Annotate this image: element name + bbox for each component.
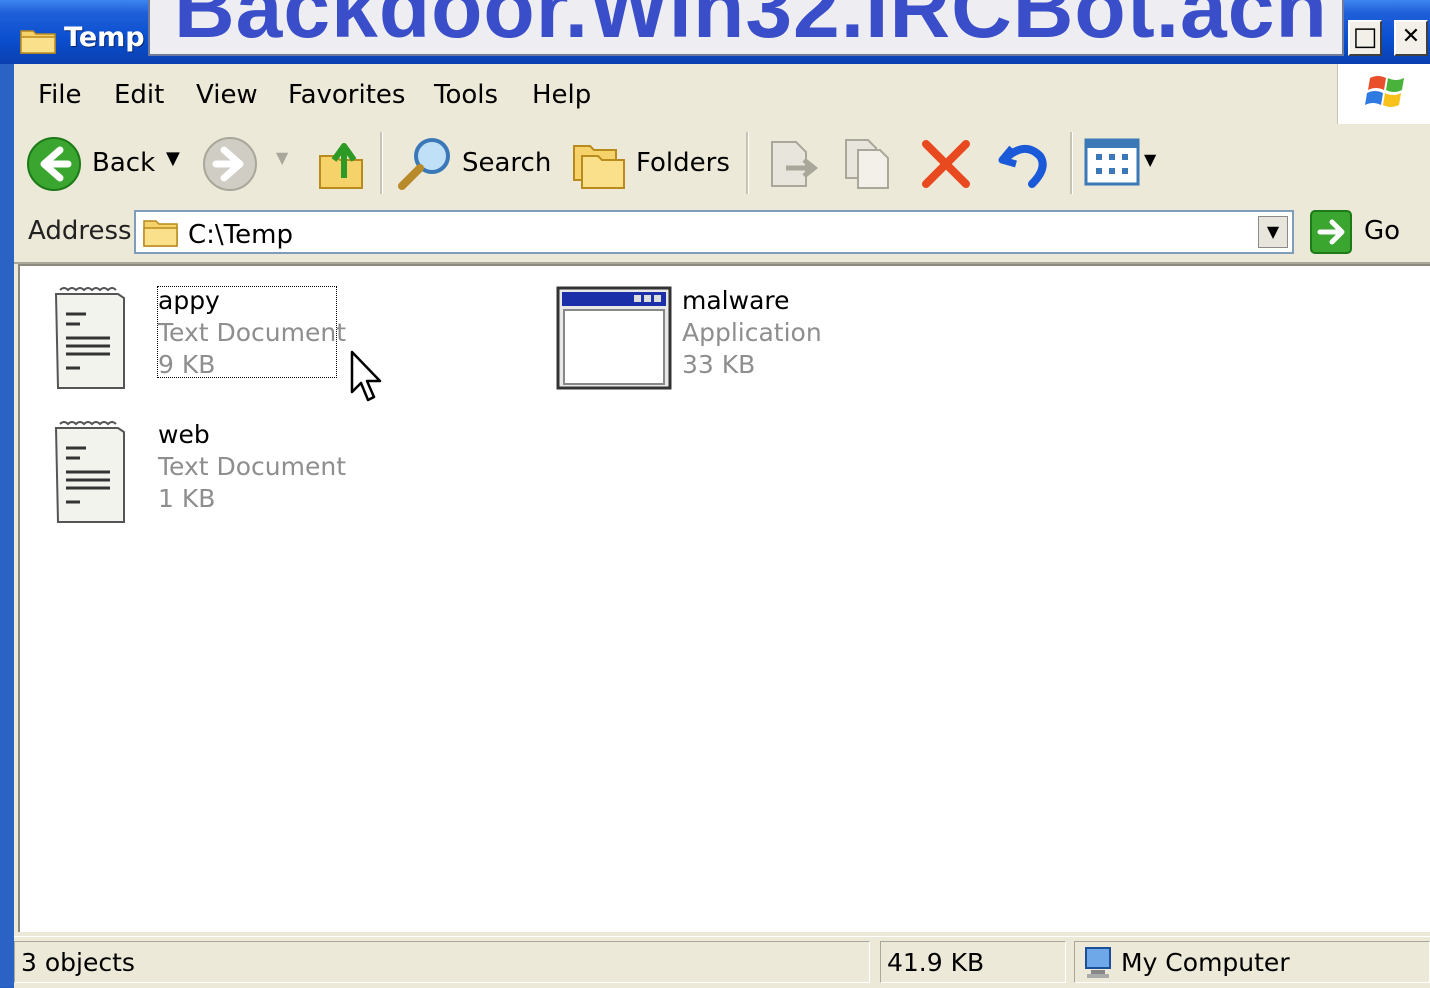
window-title: Temp <box>64 22 145 53</box>
menu-help[interactable]: Help <box>532 80 591 110</box>
banner-text: Backdoor.Win32.IRCBot.ach <box>174 0 1328 55</box>
toolbar-separator <box>380 132 383 194</box>
status-pane-size: 41.9 KB <box>880 941 1066 983</box>
copy-to-icon[interactable] <box>840 136 896 192</box>
status-bar: 3 objects 41.9 KB My Computer <box>14 936 1430 988</box>
folder-icon <box>20 30 56 54</box>
menu-view[interactable]: View <box>196 80 258 110</box>
folder-icon <box>143 220 178 247</box>
toolbar-separator <box>746 132 749 194</box>
views-icon <box>1084 138 1140 186</box>
status-size: 41.9 KB <box>887 948 985 977</box>
folders-icon <box>573 145 625 189</box>
address-value[interactable]: C:\Temp <box>188 220 293 250</box>
file-item-appy[interactable]: appy Text Document 9 KB <box>52 284 352 394</box>
status-pane-zone: My Computer <box>1074 941 1430 983</box>
application-icon <box>556 286 672 390</box>
back-arrow-icon <box>27 137 81 191</box>
file-item-web[interactable]: web Text Document 1 KB <box>52 418 352 528</box>
file-name: malware <box>682 286 790 315</box>
file-list: appy Text Document 9 KB malware Applicat… <box>18 264 1430 932</box>
views-button[interactable]: ▼ <box>1084 138 1164 190</box>
back-label: Back <box>92 148 156 178</box>
search-icon <box>398 138 450 190</box>
standard-toolbar: Back ▼ ▼ Search Folders ▼ <box>14 124 1430 203</box>
forward-arrow-icon <box>203 137 257 191</box>
close-button[interactable]: ✕ <box>1394 20 1428 56</box>
file-type: Text Document <box>158 452 347 481</box>
file-type: Application <box>682 318 822 347</box>
status-count: 3 objects <box>21 948 135 977</box>
address-dropdown-button[interactable]: ▼ <box>1258 216 1288 248</box>
window-body: File Edit View Favorites Tools Help Back… <box>14 64 1430 988</box>
delete-icon[interactable] <box>918 136 974 192</box>
search-label: Search <box>462 148 552 178</box>
forward-button[interactable]: ▼ <box>202 134 292 192</box>
mouse-cursor-icon <box>350 350 382 402</box>
title-banner: Backdoor.Win32.IRCBot.ach <box>148 0 1344 56</box>
windows-logo <box>1337 64 1430 124</box>
file-type: Text Document <box>158 318 347 347</box>
back-dropdown-icon[interactable]: ▼ <box>166 148 180 169</box>
maximize-button[interactable]: □ <box>1348 20 1382 56</box>
file-item-malware[interactable]: malware Application 33 KB <box>556 286 856 396</box>
go-label[interactable]: Go <box>1364 216 1400 246</box>
move-to-icon[interactable] <box>764 136 820 192</box>
back-button[interactable]: Back ▼ <box>26 134 186 192</box>
address-bar: Address C:\Temp ▼ Go <box>14 202 1430 264</box>
undo-icon[interactable] <box>994 134 1054 192</box>
my-computer-icon <box>1085 947 1111 978</box>
text-document-icon <box>54 421 125 523</box>
file-name: appy <box>158 286 220 315</box>
explorer-window: Temp □ ✕ Backdoor.Win32.IRCBot.ach File … <box>0 0 1430 988</box>
folders-label: Folders <box>636 148 730 178</box>
views-dropdown-icon: ▼ <box>1144 150 1157 169</box>
menu-edit[interactable]: Edit <box>114 80 164 110</box>
status-location: My Computer <box>1121 948 1290 977</box>
folders-button[interactable]: Folders <box>570 134 740 192</box>
status-pane-count: 3 objects <box>14 941 870 983</box>
menu-file[interactable]: File <box>38 80 82 110</box>
file-size: 33 KB <box>682 350 756 379</box>
address-field[interactable]: C:\Temp ▼ <box>134 210 1294 254</box>
menu-favorites[interactable]: Favorites <box>288 80 405 110</box>
search-button[interactable]: Search <box>396 134 556 192</box>
forward-dropdown-icon[interactable]: ▼ <box>276 148 288 167</box>
go-arrow-icon[interactable] <box>1310 210 1352 254</box>
menu-tools[interactable]: Tools <box>434 80 498 110</box>
up-folder-icon[interactable] <box>314 134 370 192</box>
menu-bar: File Edit View Favorites Tools Help <box>14 64 1430 125</box>
toolbar-separator <box>1070 132 1073 194</box>
file-size: 9 KB <box>158 350 216 379</box>
address-label: Address <box>28 216 132 246</box>
text-document-icon <box>54 287 125 389</box>
file-name: web <box>158 420 210 449</box>
file-size: 1 KB <box>158 484 216 513</box>
windows-flag-icon <box>1365 76 1404 107</box>
